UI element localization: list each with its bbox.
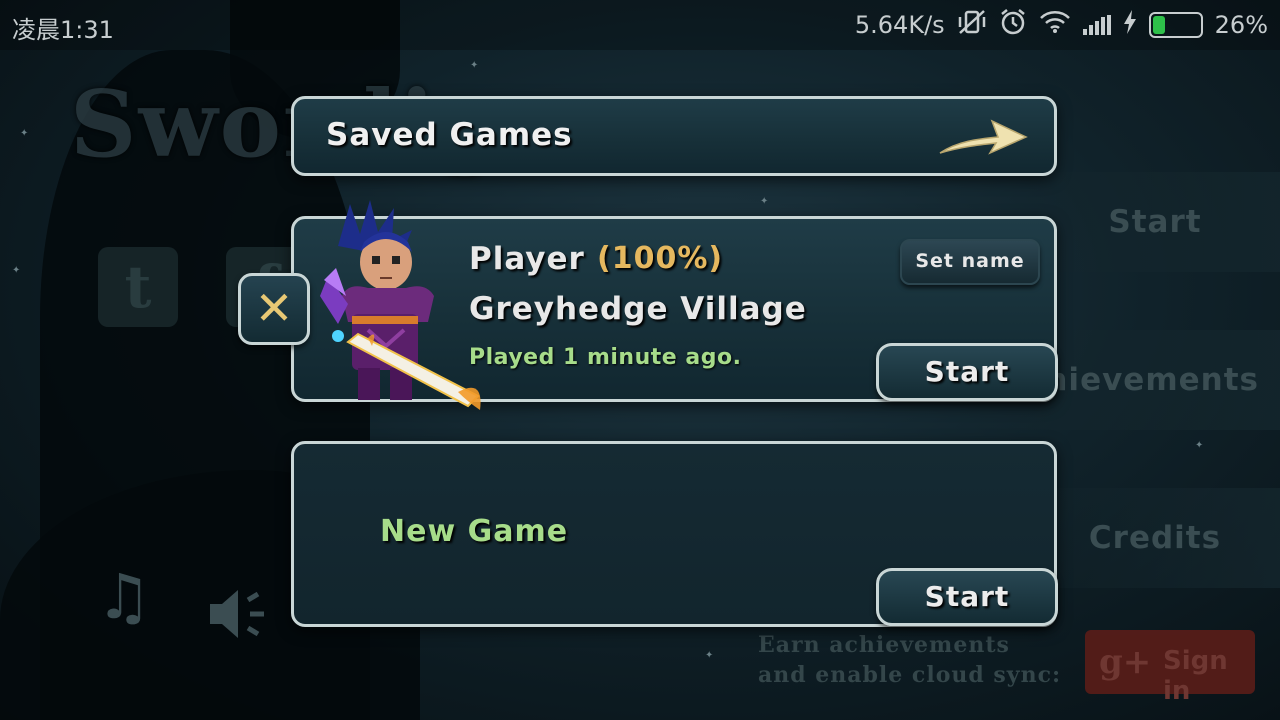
arrow-right-icon[interactable] xyxy=(938,113,1028,163)
menu-start-button: Start xyxy=(1030,172,1280,272)
battery-percent: 26% xyxy=(1214,11,1268,39)
new-game-label: New Game xyxy=(380,514,569,549)
signal-icon xyxy=(1082,15,1111,35)
player-progress: (100%) xyxy=(597,241,724,276)
sparkle: ✦ xyxy=(12,265,21,276)
google-sign-in-label: Sign in xyxy=(1163,646,1228,706)
player-location: Greyhedge Village xyxy=(469,291,807,327)
sparkle: ✦ xyxy=(760,196,769,207)
start-save-button[interactable]: Start xyxy=(876,343,1058,401)
battery-level-fill xyxy=(1152,16,1165,34)
sparkle: ✦ xyxy=(1195,440,1204,451)
alarm-icon xyxy=(999,8,1027,42)
google-plus-icon: g+ xyxy=(1099,642,1152,682)
charging-icon xyxy=(1123,10,1137,40)
delete-save-button[interactable]: ✕ xyxy=(238,273,310,345)
set-name-button[interactable]: Set name xyxy=(900,239,1040,285)
start-new-game-button[interactable]: Start xyxy=(876,568,1058,626)
google-sign-in-button: g+ Sign in xyxy=(1085,630,1255,706)
menu-credits-button: Credits xyxy=(1030,488,1280,588)
sparkle: ✦ xyxy=(705,650,714,661)
sparkle: ✦ xyxy=(20,128,29,139)
status-bar: 凌晨1:31 5.64K/s 26% xyxy=(0,0,1280,50)
saved-games-header[interactable]: Saved Games xyxy=(291,96,1057,176)
network-speed: 5.64K/s xyxy=(854,11,945,39)
last-played-text: Played 1 minute ago. xyxy=(469,345,742,370)
music-note-icon: ♫ xyxy=(96,560,152,633)
earn-achievements-text: Earn achievements and enable cloud sync: xyxy=(758,632,1062,688)
wifi-icon xyxy=(1039,10,1071,40)
twitter-icon: t xyxy=(98,247,178,327)
status-time: 凌晨1:31 xyxy=(12,16,114,44)
close-icon: ✕ xyxy=(254,281,294,335)
sparkle: ✦ xyxy=(470,60,479,71)
saved-games-title: Saved Games xyxy=(326,117,573,153)
speaker-icon xyxy=(206,584,270,659)
vibrate-off-icon xyxy=(957,9,987,41)
hero-avatar xyxy=(308,196,488,436)
battery-icon xyxy=(1148,12,1203,38)
